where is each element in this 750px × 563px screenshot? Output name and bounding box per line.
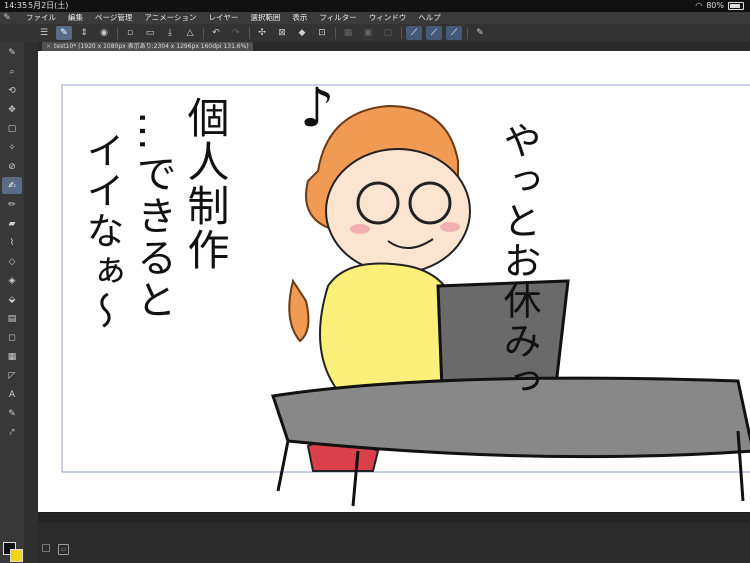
menu-layer[interactable]: レイヤー [209, 12, 239, 24]
eraser-icon[interactable]: ◇ [2, 253, 22, 270]
edit-icon[interactable]: ✎ [56, 26, 72, 40]
toolbar-separator [335, 27, 336, 39]
toolbar-separator [117, 27, 118, 39]
edit-mode-icon[interactable]: ✎ [472, 26, 488, 40]
menu-view[interactable]: 表示 [292, 12, 307, 24]
menu-animation[interactable]: アニメーション [144, 12, 196, 24]
export-icon[interactable]: △ [182, 26, 198, 40]
marker-tool-icon[interactable]: ▰ [2, 215, 22, 232]
transform-icon[interactable]: ⊡ [314, 26, 330, 40]
pencil-tool-icon[interactable]: ✏ [2, 196, 22, 213]
cheek-right [440, 222, 460, 232]
layer-panel-icon[interactable]: ▭ [58, 544, 69, 555]
pen-tool-icon[interactable]: ✎ [2, 44, 22, 61]
figure-tool-icon[interactable]: ◻ [2, 329, 22, 346]
fill-icon[interactable]: ◆ [294, 26, 310, 40]
text-tool-icon[interactable]: A [2, 386, 22, 403]
stabilizer-3-icon[interactable]: ⟋ [446, 26, 462, 40]
menu-toggle-icon[interactable]: ☰ [36, 26, 52, 40]
eyedropper-icon[interactable]: ⊘ [2, 158, 22, 175]
hoodie-shape [319, 262, 460, 393]
select-tool-icon[interactable]: ▢ [2, 120, 22, 137]
redo-icon[interactable]: ↷ [228, 26, 244, 40]
ruler-tool-icon[interactable]: ◸ [2, 367, 22, 384]
save-icon[interactable]: ⤓ [162, 26, 178, 40]
status-date: 5月2日(土) [28, 1, 69, 10]
toolbar-separator [401, 27, 402, 39]
blend-tool-icon[interactable]: ◈ [2, 272, 22, 289]
menu-selection[interactable]: 選択範囲 [250, 12, 280, 24]
sort-icon[interactable]: ⇕ [76, 26, 92, 40]
music-note: ♪ [300, 76, 335, 139]
camera-icon[interactable]: ◉ [96, 26, 112, 40]
color-swatches[interactable] [3, 542, 23, 562]
status-time: 14:35 [4, 1, 28, 10]
canvas-tab[interactable]: × test10* (1920 x 1080px 表示あり:2304 x 1296… [42, 42, 253, 51]
command-bar: ☰ ✎ ⇕ ◉ ▫ ▭ ⤓ △ ↶ ↷ ✣ ⊠ ◆ ⊡ ▦ ▣ ▢ ⟋ ⟋ ⟋ … [0, 24, 750, 43]
move-tool-icon[interactable]: ✥ [2, 101, 22, 118]
handwriting-dekiru: …できると [130, 111, 176, 321]
open-folder-icon[interactable]: ▭ [142, 26, 158, 40]
ios-status-bar: 14:35 5月2日(土) ◠ 80% [0, 0, 750, 12]
stabilizer-1-icon[interactable]: ⟋ [406, 26, 422, 40]
menu-file[interactable]: ファイル [26, 12, 56, 24]
gradient-icon[interactable]: ▤ [2, 310, 22, 327]
clear-icon[interactable]: ⊠ [274, 26, 290, 40]
menu-page[interactable]: ページ管理 [95, 12, 132, 24]
menu-bar: ✎ ファイル 編集 ページ管理 アニメーション レイヤー 選択範囲 表示 フィル… [0, 12, 750, 24]
brush-tool-icon[interactable]: ✍ [2, 177, 22, 194]
new-file-icon[interactable]: ▫ [122, 26, 138, 40]
fill-bucket-icon[interactable]: ⬙ [2, 291, 22, 308]
tool-palette: ✎ ⌕ ⟲ ✥ ▢ ✧ ⊘ ✍ ✏ ▰ ⌇ ◇ ◈ ⬙ ▤ ◻ ▦ ◸ A ✎ … [0, 42, 25, 563]
handwriting-iinaa: イイなぁ〜 [80, 131, 124, 331]
deselect-icon[interactable]: ✣ [254, 26, 270, 40]
canvas-tab-title: test10* (1920 x 1080px 表示あり:2304 x 1296p… [54, 43, 249, 50]
menu-help[interactable]: ヘルプ [418, 12, 441, 24]
braid-shape [288, 278, 310, 343]
sub-tool-strip [24, 42, 38, 563]
corner-square-icon[interactable] [42, 544, 50, 552]
toolbar-separator [467, 27, 468, 39]
toolbar-separator [203, 27, 204, 39]
battery-percent: 80% [706, 1, 724, 10]
frame-border-icon[interactable]: ▦ [2, 348, 22, 365]
correct-line-icon[interactable]: ⤤ [2, 424, 22, 441]
toolbar-separator [249, 27, 250, 39]
rotate-tool-icon[interactable]: ⟲ [2, 82, 22, 99]
battery-icon [728, 2, 744, 10]
balloon-tool-icon[interactable]: ✎ [2, 405, 22, 422]
drawing-canvas[interactable]: ♪ やっとお休みっ 個人制作 …できると イイなぁ〜 [38, 51, 750, 512]
airbrush-icon[interactable]: ⌇ [2, 234, 22, 251]
magic-wand-icon[interactable]: ✧ [2, 139, 22, 156]
undo-icon[interactable]: ↶ [208, 26, 224, 40]
close-tab-icon[interactable]: × [46, 43, 51, 50]
frame-icon[interactable]: ▢ [380, 26, 396, 40]
canvas-tab-bar: × test10* (1920 x 1080px 表示あり:2304 x 1296… [38, 42, 750, 51]
app-logo-icon[interactable]: ✎ [0, 12, 14, 24]
menu-filter[interactable]: フィルター [319, 12, 356, 24]
menu-edit[interactable]: 編集 [68, 12, 83, 24]
sub-color-swatch[interactable] [10, 549, 23, 562]
bottom-strip [38, 512, 750, 523]
canvas-area[interactable]: ♪ やっとお休みっ 個人制作 …できると イイなぁ〜 [38, 42, 750, 512]
handwriting-kojin: 個人制作 [181, 96, 230, 272]
handwriting-yatto: やっとお休みっ [497, 121, 541, 401]
zoom-tool-icon[interactable]: ⌕ [2, 63, 22, 80]
ruler-icon[interactable]: ▦ [340, 26, 356, 40]
cheek-left [350, 224, 370, 234]
status-right: ◠ 80% [695, 0, 744, 12]
stabilizer-2-icon[interactable]: ⟋ [426, 26, 442, 40]
crop-icon[interactable]: ▣ [360, 26, 376, 40]
wifi-icon: ◠ [695, 1, 703, 10]
menu-window[interactable]: ウィンドウ [369, 12, 407, 24]
